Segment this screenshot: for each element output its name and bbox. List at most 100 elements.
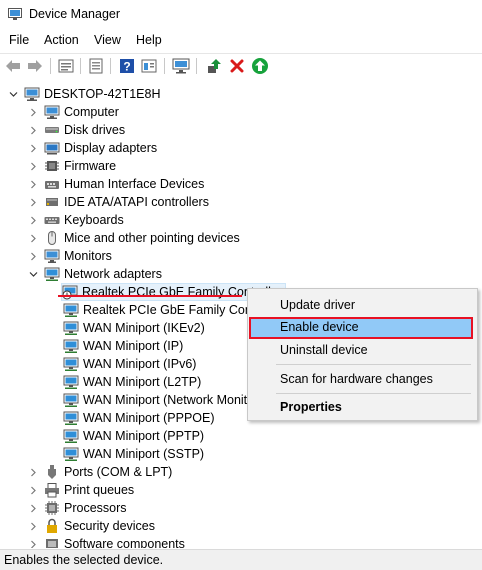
tree-device-label: WAN Miniport (IKEv2) — [83, 321, 205, 335]
tree-category-human-interface-devices[interactable]: Human Interface Devices — [44, 175, 204, 193]
mouse-icon — [48, 231, 56, 245]
tree-category-monitors[interactable]: Monitors — [44, 247, 112, 265]
back-icon[interactable] — [4, 57, 22, 75]
network-adapter-icon — [63, 447, 79, 461]
menu-bar: File Action View Help — [0, 31, 482, 51]
tree-device-item[interactable]: WAN Miniport (PPTP) — [63, 427, 204, 445]
tree-category-mice-and-other-pointing-devices[interactable]: Mice and other pointing devices — [44, 229, 240, 247]
help-icon[interactable]: ? — [118, 57, 136, 75]
tree-device-label: WAN Miniport (SSTP) — [83, 447, 205, 461]
chevron-right-icon[interactable] — [28, 499, 38, 517]
chevron-right-icon[interactable] — [28, 193, 38, 211]
menu-file[interactable]: File — [9, 33, 29, 47]
network-adapter-icon — [63, 339, 79, 353]
status-bar: Enables the selected device. — [0, 549, 482, 570]
tree-category-firmware[interactable]: Firmware — [44, 157, 116, 175]
scan-hardware-icon[interactable] — [172, 57, 190, 75]
chevron-right-icon[interactable] — [28, 229, 38, 247]
tree-category-label: Processors — [64, 501, 127, 515]
chevron-right-icon[interactable] — [28, 139, 38, 157]
tree-device-label: WAN Miniport (PPTP) — [83, 429, 205, 443]
tree-category-label: Display adapters — [64, 141, 158, 155]
chevron-right-icon[interactable] — [28, 121, 38, 139]
tree-device-item[interactable]: WAN Miniport (IP) — [63, 337, 183, 355]
software-component-icon — [46, 539, 58, 548]
tree-category-keyboards[interactable]: Keyboards — [44, 211, 124, 229]
tree-category-processors[interactable]: Processors — [44, 499, 127, 517]
chevron-down-icon[interactable] — [8, 85, 18, 103]
tree-category-print-queues[interactable]: Print queues — [44, 481, 134, 499]
uninstall-device-menu-item[interactable]: Uninstall device — [280, 343, 368, 357]
tree-device-item[interactable]: WAN Miniport (L2TP) — [63, 373, 201, 391]
toolbar: ? — [0, 53, 482, 78]
tree-category-display-adapters[interactable]: Display adapters — [44, 139, 157, 157]
update-driver-menu-item[interactable]: Update driver — [280, 298, 355, 312]
security-device-icon — [47, 518, 57, 533]
tree-category-label: Human Interface Devices — [64, 177, 205, 191]
menu-view[interactable]: View — [94, 33, 121, 47]
processor-icon — [45, 501, 59, 515]
tree-category-network-adapters[interactable]: Network adapters — [44, 265, 162, 283]
port-icon — [48, 465, 56, 479]
annotation-underline — [58, 295, 242, 297]
status-text: Enables the selected device. — [4, 553, 164, 567]
disabled-network-adapter-icon — [62, 285, 78, 300]
scan-hardware-menu-item[interactable]: Scan for hardware changes — [280, 372, 433, 386]
tree-device-item[interactable]: WAN Miniport (IPv6) — [63, 355, 196, 373]
computer-icon — [44, 105, 60, 119]
chevron-right-icon[interactable] — [28, 175, 38, 193]
tree-device-item[interactable]: WAN Miniport (IKEv2) — [63, 319, 205, 337]
firmware-icon — [45, 161, 59, 171]
update-driver-icon[interactable] — [205, 57, 223, 75]
tree-device-label: WAN Miniport (IP) — [83, 339, 184, 353]
tree-device-item[interactable]: WAN Miniport (Network Monitor) — [63, 391, 262, 409]
tree-device-label: WAN Miniport (PPPOE) — [83, 411, 215, 425]
network-adapter-icon — [63, 357, 79, 371]
tree-device-item[interactable]: WAN Miniport (SSTP) — [63, 445, 204, 463]
menu-separator — [276, 393, 471, 394]
network-adapter-icon — [63, 429, 79, 443]
tree-device-label: WAN Miniport (L2TP) — [83, 375, 202, 389]
title-bar: Device Manager — [0, 0, 482, 30]
chevron-right-icon[interactable] — [28, 103, 38, 121]
tree-category-label: Disk drives — [64, 123, 126, 137]
tree-device-item[interactable]: WAN Miniport (PPPOE) — [63, 409, 215, 427]
chevron-right-icon[interactable] — [28, 211, 38, 229]
tree-category-disk-drives[interactable]: Disk drives — [44, 121, 125, 139]
properties-menu-item[interactable]: Properties — [280, 400, 342, 414]
tree-category-ports-com-lpt[interactable]: Ports (COM & LPT) — [44, 463, 172, 481]
network-adapter-icon — [44, 267, 60, 281]
disk-drive-icon — [45, 127, 59, 133]
chevron-down-icon[interactable] — [28, 265, 38, 283]
tree-category-label: Keyboards — [64, 213, 124, 227]
tree-category-computer[interactable]: Computer — [44, 103, 119, 121]
ide-controller-icon — [46, 198, 58, 206]
device-manager-icon — [8, 8, 22, 20]
chevron-right-icon[interactable] — [28, 157, 38, 175]
chevron-right-icon[interactable] — [28, 463, 38, 481]
tree-category-security-devices[interactable]: Security devices — [44, 517, 155, 535]
enable-device-icon[interactable] — [251, 57, 269, 75]
network-adapter-icon — [63, 303, 79, 317]
chevron-right-icon[interactable] — [28, 247, 38, 265]
tree-category-label: Computer — [64, 105, 119, 119]
menu-action[interactable]: Action — [44, 33, 79, 47]
network-adapter-icon — [63, 393, 79, 407]
refresh-icon[interactable] — [87, 57, 105, 75]
menu-help[interactable]: Help — [136, 33, 162, 47]
tree-device-label: WAN Miniport (Network Monitor) — [83, 393, 263, 407]
tree-category-ide-ata-atapi-controllers[interactable]: IDE ATA/ATAPI controllers — [44, 193, 209, 211]
tree-category-label: Ports (COM & LPT) — [64, 465, 173, 479]
tree-category-software-components[interactable]: Software components — [44, 535, 185, 548]
context-menu: Update driver Enable device Uninstall de… — [247, 288, 478, 421]
chevron-right-icon[interactable] — [28, 535, 38, 548]
uninstall-icon[interactable] — [228, 57, 246, 75]
tree-root[interactable]: DESKTOP-42T1E8H — [24, 85, 160, 103]
enable-device-menu-item[interactable]: Enable device — [280, 320, 359, 334]
chevron-right-icon[interactable] — [28, 481, 38, 499]
forward-icon[interactable] — [26, 57, 44, 75]
properties-icon[interactable] — [57, 57, 75, 75]
tree-category-label: Mice and other pointing devices — [64, 231, 240, 245]
view-icon[interactable] — [140, 57, 158, 75]
chevron-right-icon[interactable] — [28, 517, 38, 535]
